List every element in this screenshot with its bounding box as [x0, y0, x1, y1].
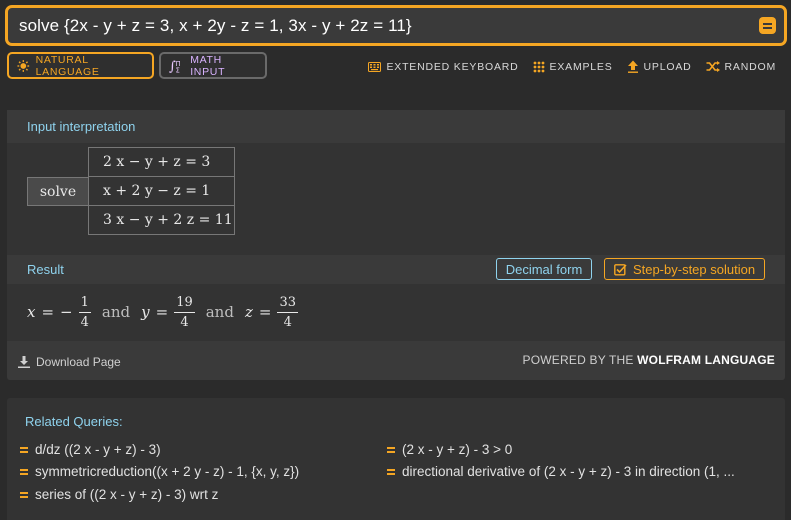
download-icon — [18, 356, 30, 368]
download-page-link[interactable]: Download Page — [18, 355, 121, 369]
shuffle-icon — [706, 61, 720, 72]
numerator: 19 — [174, 296, 195, 313]
step-by-step-button[interactable]: Step-by-step solution — [604, 258, 765, 280]
conjunction-and: and — [205, 303, 234, 321]
powered-brand: WOLFRAM LANGUAGE — [637, 353, 775, 367]
numerator: 1 — [78, 296, 91, 313]
related-query-item[interactable]: series of ((2 x - y + z) - 3) wrt z — [20, 487, 218, 502]
svg-text:Σ: Σ — [176, 66, 181, 73]
grid-icon — [533, 61, 544, 72]
equation-cell: 3 x − y + 2 z = 11 — [88, 205, 235, 235]
equals-icon — [20, 446, 28, 453]
equals-icon — [387, 446, 395, 453]
random-label: RANDOM — [724, 60, 776, 73]
related-query-text[interactable]: symmetricreduction((x + 2 y - z) - 1, {x… — [35, 464, 299, 479]
search-query-text[interactable]: solve {2x - y + z = 3, x + 2y - z = 1, 3… — [19, 16, 412, 36]
fraction-y: 19 4 — [174, 296, 195, 329]
denominator: 4 — [283, 314, 292, 330]
powered-prefix: POWERED BY THE — [522, 353, 638, 367]
extended-keyboard-link[interactable]: EXTENDED KEYBOARD — [368, 60, 518, 73]
download-page-label: Download Page — [36, 355, 121, 369]
equals-sign: = — [155, 303, 169, 321]
search-go-icon[interactable] — [759, 17, 776, 34]
equals-icon — [20, 491, 28, 498]
denominator: 4 — [80, 314, 89, 330]
equals-icon — [20, 468, 28, 475]
input-toolbar: EXTENDED KEYBOARD EXAMPLES UPLOAD RANDOM — [368, 60, 776, 73]
related-query-item[interactable]: (2 x - y + z) - 3 > 0 — [387, 442, 512, 457]
equals-sign: = — [258, 303, 272, 321]
related-query-text[interactable]: directional derivative of (2 x - y + z) … — [402, 464, 735, 479]
related-query-item[interactable]: symmetricreduction((x + 2 y - z) - 1, {x… — [20, 464, 299, 479]
related-query-text[interactable]: series of ((2 x - y + z) - 3) wrt z — [35, 487, 218, 502]
math-input-button[interactable]: ∫ π Σ MATH INPUT — [159, 52, 267, 79]
step-by-step-label: Step-by-step solution — [632, 261, 756, 277]
input-interpretation-title: Input interpretation — [27, 119, 136, 134]
input-interpretation-header: Input interpretation — [7, 110, 785, 143]
math-input-label: MATH INPUT — [190, 53, 226, 78]
equals-icon — [387, 468, 395, 475]
powered-by-wolfram: POWERED BY THE WOLFRAM LANGUAGE — [523, 353, 775, 367]
result-title: Result — [27, 262, 64, 277]
examples-link[interactable]: EXAMPLES — [533, 60, 613, 73]
related-query-text[interactable]: d/dz ((2 x - y + z) - 3) — [35, 442, 161, 457]
numerator: 33 — [277, 296, 298, 313]
variable-y: y — [141, 303, 150, 321]
result-header: Result Decimal form Step-by-step solutio… — [7, 255, 785, 284]
related-query-item[interactable]: directional derivative of (2 x - y + z) … — [387, 464, 735, 479]
equals-sign: = — [41, 303, 55, 321]
denominator: 4 — [180, 314, 189, 330]
related-query-text[interactable]: (2 x - y + z) - 3 > 0 — [402, 442, 512, 457]
sun-icon — [17, 59, 30, 72]
upload-icon — [627, 60, 638, 73]
fraction-z: 33 4 — [277, 296, 298, 329]
solve-command-cell: solve — [27, 177, 89, 206]
variable-x: x — [27, 303, 36, 321]
extended-keyboard-label: EXTENDED KEYBOARD — [386, 60, 519, 73]
equation-cell: x + 2 y − z = 1 — [88, 176, 235, 206]
checkbox-icon — [614, 263, 627, 275]
equation-cell: 2 x − y + z = 3 — [88, 147, 235, 177]
conjunction-and: and — [101, 303, 131, 321]
fraction-x: 1 4 — [78, 296, 91, 330]
upload-link[interactable]: UPLOAD — [627, 60, 692, 73]
examples-label: EXAMPLES — [549, 60, 613, 73]
integral-icon: ∫ π Σ — [169, 59, 181, 73]
upload-label: UPLOAD — [643, 60, 692, 73]
natural-language-button[interactable]: NATURAL LANGUAGE — [7, 52, 154, 79]
decimal-form-button[interactable]: Decimal form — [496, 258, 592, 280]
keyboard-icon — [368, 61, 382, 72]
natural-language-label: NATURAL LANGUAGE — [35, 53, 100, 78]
related-query-item[interactable]: d/dz ((2 x - y + z) - 3) — [20, 442, 161, 457]
variable-z: z — [244, 303, 253, 321]
related-queries-title: Related Queries: — [25, 414, 123, 429]
results-panel: Input interpretation solve 2 x − y + z =… — [7, 110, 785, 380]
minus-sign: − — [60, 303, 73, 321]
related-queries-panel: Related Queries: d/dz ((2 x - y + z) - 3… — [7, 398, 785, 520]
results-footer: Download Page POWERED BY THE WOLFRAM LAN… — [7, 341, 785, 380]
search-input[interactable]: solve {2x - y + z = 3, x + 2y - z = 1, 3… — [5, 5, 787, 46]
random-link[interactable]: RANDOM — [706, 60, 776, 73]
result-solution: x = − 1 4 and y = 19 4 and z = 33 4 — [27, 288, 298, 336]
